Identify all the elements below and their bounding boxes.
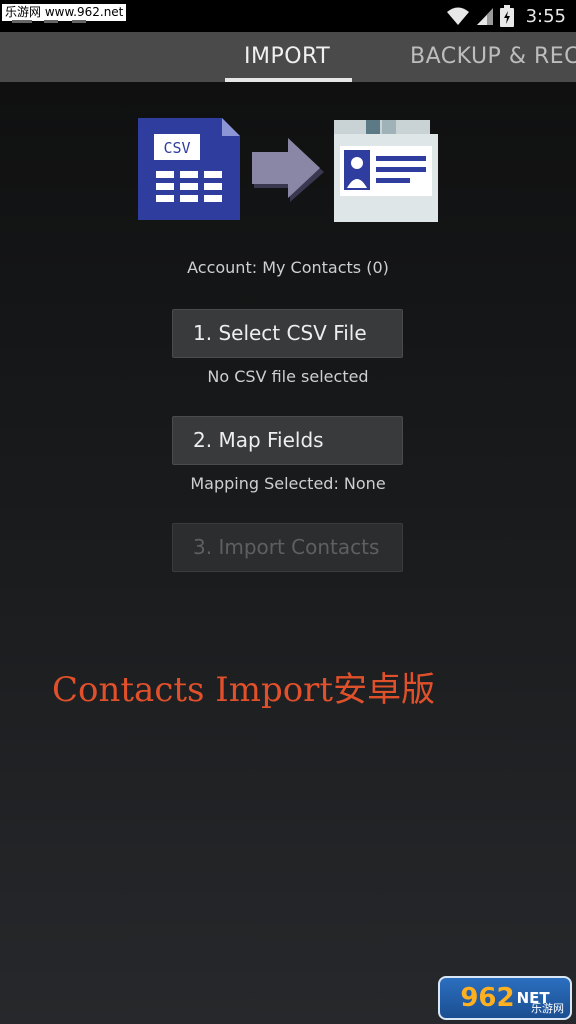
contact-card-icon (334, 120, 438, 222)
watermark-label: 乐游网 www.962.net (2, 4, 127, 21)
site-logo-badge: 962 NET 乐游网 (438, 976, 572, 1020)
notification-icon (44, 20, 58, 23)
badge-number: 962 (460, 983, 515, 1013)
tab-backup-restore[interactable]: BACKUP & RECO (410, 32, 576, 82)
select-csv-file-button[interactable]: 1. Select CSV File (172, 309, 403, 358)
wifi-icon (446, 7, 469, 25)
tab-import[interactable]: IMPORT (244, 32, 330, 82)
hero-illustration: CSV (138, 118, 438, 222)
status-icons: 3:55 (446, 5, 566, 27)
arrow-right-icon (252, 138, 324, 202)
csv-status-text: No CSV file selected (207, 367, 369, 386)
battery-icon (499, 5, 514, 27)
import-contacts-button: 3. Import Contacts (172, 523, 403, 572)
csv-label: CSV (163, 139, 190, 157)
status-bar: 乐游网 www.962.net 3:55 (0, 0, 576, 32)
tab-bar: IMPORT BACKUP & RECO (0, 32, 576, 82)
map-fields-button[interactable]: 2. Map Fields (172, 416, 403, 465)
signal-icon (476, 8, 493, 25)
active-tab-indicator (225, 78, 352, 82)
overlay-title: Contacts Import安卓版 (52, 670, 436, 710)
account-label: Account: My Contacts (0) (187, 258, 389, 277)
badge-subtitle: 乐游网 (531, 1002, 564, 1015)
notification-icon (12, 20, 32, 23)
csv-file-icon: CSV (138, 118, 240, 220)
clock: 3:55 (525, 5, 566, 27)
mapping-status-text: Mapping Selected: None (190, 474, 386, 493)
notification-icon (72, 20, 86, 23)
